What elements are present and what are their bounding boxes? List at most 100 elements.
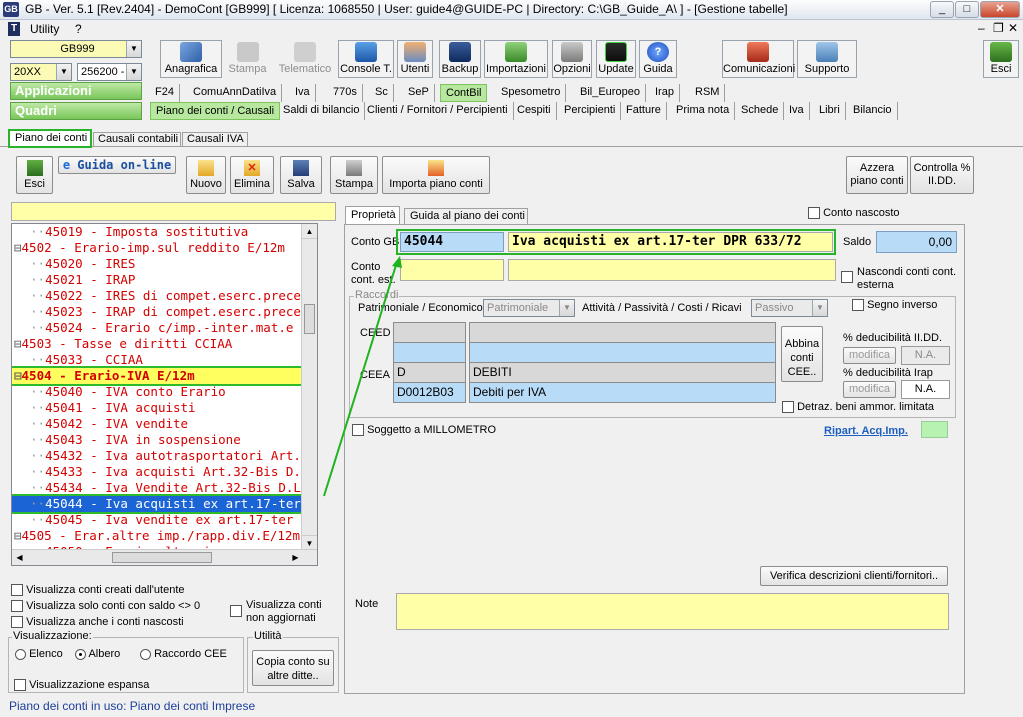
note-input[interactable] [396, 593, 949, 630]
mdi-minimize-button[interactable]: – [978, 21, 985, 35]
app-menu-icon[interactable]: T [8, 22, 20, 36]
opt-detraz[interactable]: Detraz. beni ammor. limitata [782, 401, 934, 414]
checkbox[interactable] [841, 271, 853, 283]
tree-row[interactable]: ··45041 - IVA acquisti [12, 400, 303, 416]
mdi-restore-button[interactable]: ❐ [993, 21, 1004, 35]
update-button[interactable]: Update [596, 40, 636, 78]
tree-row[interactable]: ··45020 - IRES [12, 256, 303, 272]
quadri-bar[interactable]: Quadri [10, 102, 142, 120]
tree-row[interactable]: ··45040 - IVA conto Erario [12, 384, 303, 400]
menu-help[interactable]: ? [75, 22, 82, 36]
hscroll-thumb[interactable] [112, 552, 212, 563]
opt-creati-utente[interactable]: Visualizza conti creati dall'utente [11, 584, 185, 597]
tree-row[interactable]: ··45023 - IRAP di compet.eserc.preceden. [12, 304, 317, 320]
subtab-piano-conti[interactable]: Piano dei conti [8, 129, 92, 148]
tab-percipienti[interactable]: Percipienti [559, 102, 622, 120]
stampa-button[interactable]: Stampa [330, 156, 378, 194]
tree-row[interactable]: ··45024 - Erario c/imp.-inter.mat.e san. [12, 320, 317, 336]
tab-libri[interactable]: Libri [814, 102, 846, 120]
accounts-tree[interactable]: ··45019 - Imposta sostitutiva ⊟4502 - Era… [11, 223, 318, 566]
checkbox[interactable] [230, 605, 242, 617]
checkbox[interactable] [11, 600, 23, 613]
tab-sep[interactable]: SeP [403, 84, 435, 102]
tree-row[interactable]: ··45019 - Imposta sostitutiva [12, 224, 303, 240]
controlla-button[interactable]: Controlla % II.DD. [910, 156, 974, 194]
tab-piano-conti-causali[interactable]: Piano dei conti / Causali [150, 102, 281, 120]
stampa-toolbar-button[interactable]: Stampa [225, 40, 270, 78]
tab-saldi-bilancio[interactable]: Saldi di bilancio [278, 102, 366, 120]
tab-bilancio[interactable]: Bilancio [848, 102, 898, 120]
close-button[interactable]: ✕ [980, 1, 1020, 18]
year-select[interactable]: 20XX ▼ [10, 63, 72, 81]
tree-row[interactable]: ··45044 - Iva acquisti ex art.17-ter DPR… [12, 494, 317, 514]
tree-search-input[interactable] [11, 202, 336, 221]
pat-econ-select[interactable]: Patrimoniale ▼ [483, 299, 575, 317]
tree-row[interactable]: ··45033 - CCIAA [12, 352, 303, 368]
anagrafica-button[interactable]: Anagrafica [160, 40, 222, 78]
modifica-irap-button[interactable]: modifica [843, 381, 896, 398]
period-select[interactable]: 256200 - ▼ [77, 63, 142, 81]
maximize-button[interactable]: □ [955, 1, 979, 18]
guida-online-button[interactable]: e Guida on-line [58, 156, 176, 174]
tree-row[interactable]: ⊟4504 - Erario-IVA E/12m [12, 366, 305, 386]
nuovo-button[interactable]: Nuovo [186, 156, 226, 194]
opt-segno-inverso[interactable]: Segno inverso [852, 299, 937, 312]
conto-est-desc-input[interactable] [508, 259, 836, 281]
subtab-causali-iva[interactable]: Causali IVA [182, 132, 248, 147]
importazioni-button[interactable]: Importazioni [484, 40, 548, 78]
tab-fatture[interactable]: Fatture [621, 102, 667, 120]
checkbox[interactable] [782, 401, 794, 414]
tab-contbil[interactable]: ContBil [440, 84, 488, 102]
tree-row[interactable]: ··45045 - Iva vendite ex art.17-ter DPR … [12, 512, 317, 528]
tree-row[interactable]: ··45433 - Iva acquisti Art.32-Bis D.L. n… [12, 464, 317, 480]
ripart-link[interactable]: Ripart. Acq.Imp. [824, 425, 908, 437]
tab-schede[interactable]: Schede [736, 102, 785, 120]
utenti-button[interactable]: Utenti [397, 40, 433, 78]
checkbox[interactable] [808, 207, 820, 220]
checkbox[interactable] [11, 616, 23, 629]
tab-proprieta[interactable]: Proprietà [345, 206, 400, 225]
conto-est-code-input[interactable] [400, 259, 504, 281]
tree-row[interactable]: ⊟4502 - Erario-imp.sul reddito E/12m [12, 240, 303, 256]
tree-horizontal-scrollbar[interactable]: ◀ ▶ [12, 549, 317, 565]
checkbox[interactable] [352, 424, 364, 437]
company-select[interactable]: GB999 ▼ [10, 40, 142, 58]
guida-toolbar-button[interactable]: ? Guida [639, 40, 677, 78]
importa-piano-button[interactable]: Importa piano conti [382, 156, 490, 194]
tree-row[interactable]: ⊟4503 - Tasse e diritti CCIAA [12, 336, 303, 352]
mdi-close-button[interactable]: ✕ [1008, 21, 1018, 35]
opt-nascondi[interactable]: Nascondi conti cont. esterna [841, 266, 957, 292]
tree-vertical-scrollbar[interactable]: ▲ ▼ [301, 224, 317, 550]
esci-toolbar-button[interactable]: Esci [983, 40, 1019, 78]
tab-comuanndatiiva[interactable]: ComuAnnDatiIva [188, 84, 283, 102]
telematico-button[interactable]: Telematico [275, 40, 335, 78]
abbina-cee-button[interactable]: Abbina conti CEE.. [781, 326, 823, 382]
tab-iva[interactable]: Iva [290, 84, 316, 102]
comunicazioni-button[interactable]: Comunicazioni [722, 40, 795, 78]
tree-row[interactable]: ··45021 - IRAP [12, 272, 303, 288]
opt-solo-saldo[interactable]: Visualizza solo conti con saldo <> 0 [11, 600, 200, 613]
tree-row[interactable]: ⊟4505 - Erar.altre imp./rapp.div.E/12m [12, 528, 303, 544]
radio-button[interactable] [75, 648, 86, 660]
minimize-button[interactable]: _ [930, 1, 954, 18]
tab-rsm[interactable]: RSM [690, 84, 726, 102]
tree-row[interactable]: ··45022 - IRES di compet.eserc.preced. [12, 288, 316, 304]
subtab-causali-contabili[interactable]: Causali contabili [93, 132, 181, 147]
opt-nascosti[interactable]: Visualizza anche i conti nascosti [11, 616, 184, 629]
menu-utility[interactable]: Utility [30, 22, 59, 36]
supporto-button[interactable]: Supporto [797, 40, 857, 78]
collapse-icon[interactable]: ⊟ [14, 336, 22, 351]
scroll-thumb[interactable] [304, 304, 315, 334]
opt-non-aggiornati[interactable]: Visualizza conti non aggiornati [230, 599, 330, 625]
tab-770s[interactable]: 770s [328, 84, 363, 102]
azzera-button[interactable]: Azzera piano conti [846, 156, 908, 194]
console-button[interactable]: Console T. [338, 40, 394, 78]
copia-conto-button[interactable]: Copia conto su altre ditte.. [252, 650, 334, 686]
tab-prima-nota[interactable]: Prima nota [671, 102, 736, 120]
backup-button[interactable]: Backup [439, 40, 481, 78]
checkbox[interactable] [852, 299, 864, 312]
verifica-descrizioni-button[interactable]: Verifica descrizioni clienti/fornitori.. [760, 566, 948, 586]
checkbox[interactable] [14, 679, 26, 692]
esci-button[interactable]: Esci [16, 156, 53, 194]
radio-button[interactable] [140, 648, 151, 660]
